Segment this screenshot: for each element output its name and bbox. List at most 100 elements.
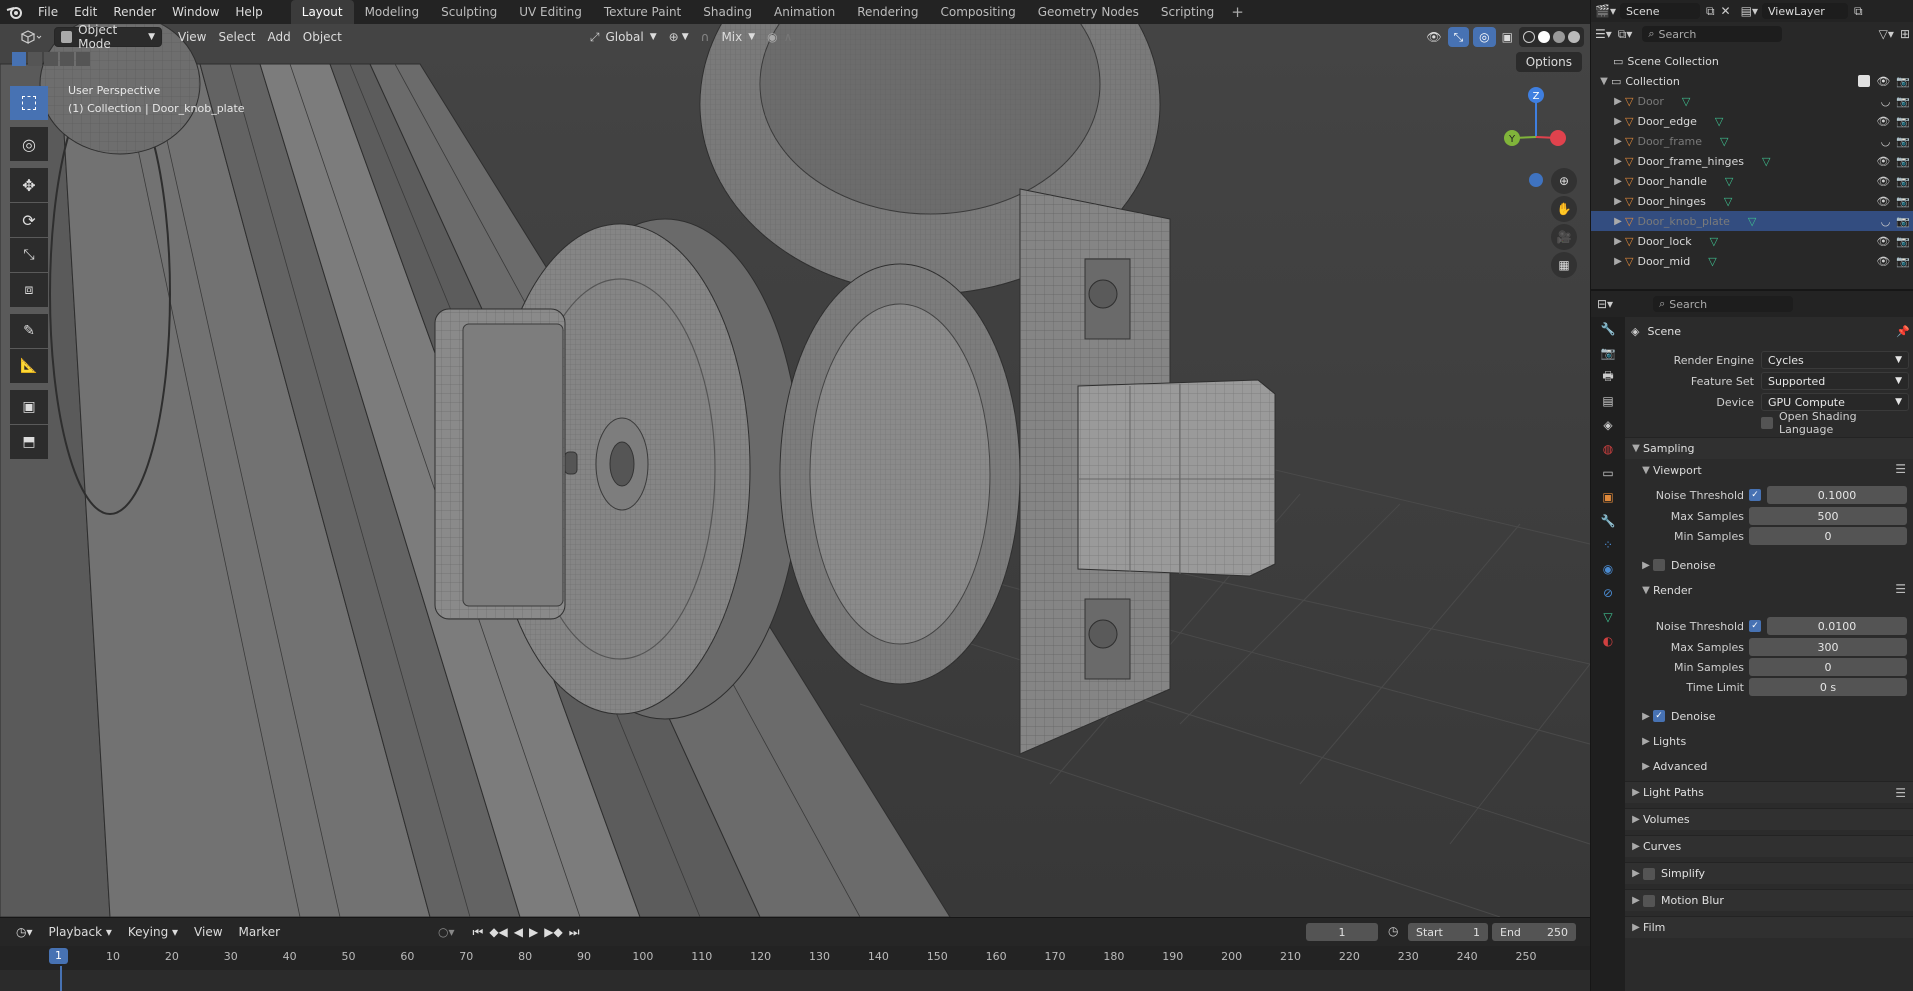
eye-icon[interactable]: 👁 [1876, 115, 1890, 128]
tool-tab-icon[interactable]: 🔧 [1591, 317, 1625, 341]
modifier-tab-icon[interactable]: 🔧 [1591, 509, 1625, 533]
eye-icon[interactable]: 👁 [1876, 75, 1890, 88]
wireframe-shading-icon[interactable] [1523, 31, 1535, 43]
menu-keying[interactable]: Keying ▾ [120, 925, 186, 939]
scene-icon[interactable]: 🎬▾ [1595, 4, 1616, 18]
editor-type-button[interactable] [14, 27, 48, 47]
rotate-tool[interactable]: ⟳ [10, 203, 48, 237]
cursor-tool[interactable]: ◎ [10, 127, 48, 161]
render-noise-field[interactable]: 0.0100 [1767, 617, 1907, 635]
camera-icon[interactable]: 📷 [1896, 135, 1910, 148]
add-workspace-button[interactable]: + [1225, 0, 1250, 24]
eye-closed-icon[interactable]: ◡ [1881, 215, 1891, 228]
motion-blur-panel-header[interactable]: ▶ Motion Blur [1625, 889, 1913, 911]
play-icon[interactable]: ▶ [529, 925, 538, 940]
scene-selector[interactable]: Scene [1619, 3, 1700, 19]
expand-caret-icon[interactable]: ▼ [1597, 76, 1611, 87]
material-tab-icon[interactable]: ◐ [1591, 629, 1625, 653]
render-max-samples-field[interactable]: 300 [1749, 638, 1907, 656]
select-subtract-icon[interactable] [44, 52, 58, 66]
record-icon[interactable]: ○▾ [438, 925, 455, 939]
move-tool[interactable]: ✥ [10, 168, 48, 202]
expand-caret-icon[interactable]: ▶ [1611, 96, 1625, 107]
tab-sculpting[interactable]: Sculpting [430, 0, 508, 24]
mesh-data-icon[interactable]: ▽ [1682, 95, 1690, 108]
lights-subpanel[interactable]: ▶ Lights [1639, 731, 1686, 751]
camera-icon[interactable]: 📷 [1896, 95, 1910, 108]
measure-tool[interactable]: 📐 [10, 349, 48, 383]
camera-icon[interactable]: 📷 [1896, 75, 1910, 88]
tab-shading[interactable]: Shading [692, 0, 763, 24]
menu-help[interactable]: Help [227, 0, 270, 24]
mesh-data-icon[interactable]: ▽ [1725, 175, 1733, 188]
next-keyframe-icon[interactable]: ▶◆ [544, 925, 562, 940]
sync-icon[interactable]: ⧉▾ [1618, 27, 1633, 42]
viewport-noise-field[interactable]: 0.1000 [1767, 486, 1907, 504]
outliner-object-row[interactable]: ▶ ▽ Door_frame ▽ ◡ 📷 [1591, 131, 1913, 151]
viewport-noise-checkbox[interactable]: ✓ [1749, 489, 1761, 501]
advanced-subpanel[interactable]: ▶ Advanced [1639, 756, 1707, 776]
tab-animation[interactable]: Animation [763, 0, 846, 24]
tab-scripting[interactable]: Scripting [1150, 0, 1225, 24]
exclude-checkbox[interactable] [1858, 74, 1871, 87]
mesh-data-icon[interactable]: ▽ [1710, 235, 1718, 248]
camera-view-icon[interactable]: 🎥 [1551, 224, 1577, 250]
device-dropdown[interactable]: GPU Compute ▼ [1761, 393, 1909, 411]
render-min-samples-field[interactable]: 0 [1749, 658, 1907, 676]
view-layer-selector[interactable]: ViewLayer [1761, 3, 1848, 19]
x-axis-icon[interactable] [1550, 130, 1566, 146]
menu-timeline-view[interactable]: View [186, 925, 230, 939]
simplify-panel-header[interactable]: ▶ Simplify [1625, 862, 1913, 884]
menu-window[interactable]: Window [164, 0, 227, 24]
solid-shading-icon[interactable] [1538, 31, 1550, 43]
menu-object[interactable]: Object [297, 27, 348, 47]
view-layer-icon[interactable]: ▤▾ [1741, 4, 1758, 18]
outliner-object-row[interactable]: ▶ ▽ Door_knob_plate ▽ ◡ 📷 [1591, 211, 1913, 231]
tab-geometry-nodes[interactable]: Geometry Nodes [1027, 0, 1150, 24]
eye-closed-icon[interactable]: ◡ [1881, 135, 1891, 148]
ortho-grid-icon[interactable]: ▦ [1551, 252, 1577, 278]
viewport-denoise-subpanel[interactable]: ▶ Denoise [1639, 555, 1715, 575]
camera-icon[interactable]: 📷 [1896, 175, 1910, 188]
material-shading-icon[interactable] [1553, 31, 1565, 43]
mesh-data-icon[interactable]: ▽ [1708, 255, 1716, 268]
camera-icon[interactable]: 📷 [1896, 215, 1910, 228]
world-tab-icon[interactable]: ◍ [1591, 437, 1625, 461]
outliner-object-row[interactable]: ▶ ▽ Door_mid ▽ 👁 📷 [1591, 251, 1913, 271]
delete-scene-icon[interactable]: ✕ [1721, 4, 1731, 18]
output-tab-icon[interactable]: 🖶 [1591, 365, 1625, 389]
viewport-min-samples-field[interactable]: 0 [1749, 527, 1907, 545]
pan-hand-icon[interactable]: ✋ [1551, 196, 1577, 222]
menu-file[interactable]: File [30, 0, 66, 24]
expand-caret-icon[interactable]: ▶ [1611, 176, 1625, 187]
mesh-data-icon[interactable]: ▽ [1748, 215, 1756, 228]
blender-logo-icon[interactable] [0, 0, 30, 24]
playhead[interactable]: 1 [49, 948, 68, 964]
expand-caret-icon[interactable]: ▶ [1611, 156, 1625, 167]
eye-icon[interactable]: 👁 [1876, 175, 1890, 188]
tab-layout[interactable]: Layout [290, 0, 354, 24]
tab-compositing[interactable]: Compositing [929, 0, 1026, 24]
camera-icon[interactable]: 📷 [1896, 255, 1910, 268]
properties-search-input[interactable]: ⌕ Search [1653, 296, 1794, 312]
transform-tool[interactable]: ⧈ [10, 273, 48, 307]
neg-z-axis-icon[interactable] [1529, 173, 1543, 187]
camera-icon[interactable]: 📷 [1896, 115, 1910, 128]
camera-icon[interactable]: 📷 [1896, 195, 1910, 208]
light-paths-panel-header[interactable]: ▶ Light Paths ☰ [1625, 781, 1913, 803]
render-denoise-checkbox[interactable]: ✓ [1653, 710, 1665, 722]
select-box-tool[interactable] [10, 86, 48, 120]
timeline-editor-type-icon[interactable]: ◷▾ [8, 925, 41, 939]
mesh-data-icon[interactable]: ▽ [1724, 195, 1732, 208]
select-new-icon[interactable] [12, 52, 26, 66]
mesh-data-icon[interactable]: ▽ [1720, 135, 1728, 148]
outliner-object-row[interactable]: ▶ ▽ Door_handle ▽ 👁 📷 [1591, 171, 1913, 191]
time-limit-field[interactable]: 0 s [1749, 678, 1907, 696]
3d-viewport[interactable]: Object Mode ▼ View Select Add Object ⤢ G… [0, 24, 1590, 917]
camera-icon[interactable]: 📷 [1896, 155, 1910, 168]
presets-list-icon[interactable]: ☰ [1895, 786, 1906, 800]
expand-caret-icon[interactable]: ▶ [1611, 256, 1625, 267]
outliner-object-row[interactable]: ▶ ▽ Door ▽ ◡ 📷 [1591, 91, 1913, 111]
tab-rendering[interactable]: Rendering [846, 0, 929, 24]
prev-keyframe-icon[interactable]: ◆◀ [489, 925, 507, 940]
